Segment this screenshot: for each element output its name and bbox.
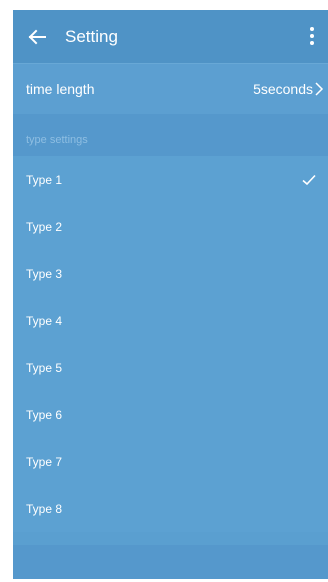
time-length-row[interactable]: time length 5seconds <box>13 63 328 114</box>
type-settings-section-header: type settings <box>13 114 328 156</box>
type-item-8[interactable]: Type 8 <box>13 485 328 532</box>
type-item-label: Type 4 <box>26 313 63 328</box>
type-item-4[interactable]: Type 4 <box>13 297 328 344</box>
time-length-label: time length <box>26 81 95 97</box>
type-item-label: Type 7 <box>26 454 63 469</box>
type-item-label: Type 8 <box>26 501 63 516</box>
type-item-label: Type 5 <box>26 360 63 375</box>
chevron-right-icon <box>315 82 324 96</box>
type-item-label: Type 2 <box>26 219 63 234</box>
type-item-6[interactable]: Type 6 <box>13 391 328 438</box>
type-item-2[interactable]: Type 2 <box>13 203 328 250</box>
type-item-7[interactable]: Type 7 <box>13 438 328 485</box>
time-length-value-group: 5seconds <box>253 81 324 97</box>
check-icon <box>302 174 316 185</box>
type-item-1[interactable]: Type 1 <box>13 156 328 203</box>
bottom-area <box>13 545 328 579</box>
app-bar: Setting <box>13 10 328 63</box>
arrow-left-icon <box>28 29 46 44</box>
time-length-value: 5seconds <box>253 81 313 97</box>
type-list: Type 1 Type 2 Type 3 Type 4 Type 5 Type … <box>13 156 328 532</box>
more-vert-icon <box>310 27 314 45</box>
type-item-label: Type 6 <box>26 407 63 422</box>
type-settings-label: type settings <box>26 134 88 146</box>
back-button[interactable] <box>25 25 49 49</box>
type-item-3[interactable]: Type 3 <box>13 250 328 297</box>
page-title: Setting <box>65 26 118 46</box>
type-item-5[interactable]: Type 5 <box>13 344 328 391</box>
settings-screen: Setting time length 5seconds type settin… <box>13 10 328 579</box>
type-item-label: Type 1 <box>26 172 63 187</box>
overflow-menu-button[interactable] <box>306 24 318 48</box>
type-item-label: Type 3 <box>26 266 63 281</box>
